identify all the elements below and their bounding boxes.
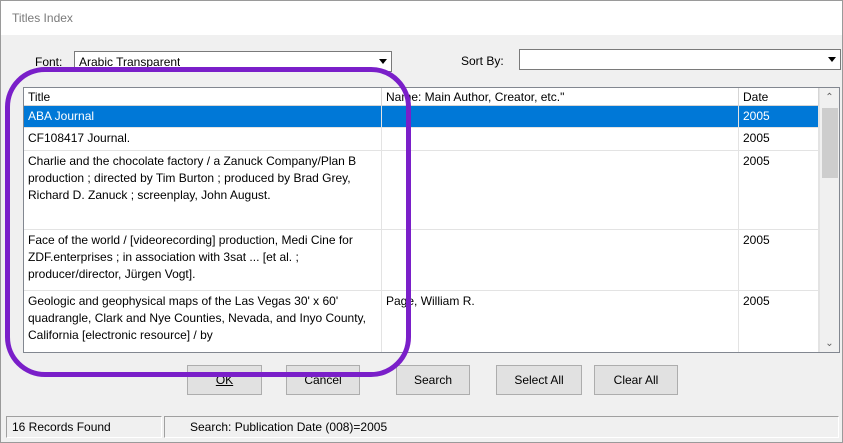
vertical-scrollbar[interactable]: ⌃ ⌄ [819,88,839,352]
cell-title: Face of the world / [videorecording] pro… [24,230,382,290]
titles-index-window: Titles Index Font: Arabic Transparent So… [0,0,843,443]
chevron-down-icon [378,59,387,64]
sort-by-label: Sort By: [461,54,504,68]
font-dropdown[interactable]: Arabic Transparent [74,51,392,72]
sort-by-dropdown[interactable] [519,49,841,70]
cell-date: 2005 [739,151,819,229]
cell-name [382,128,739,150]
cell-date: 2005 [739,230,819,290]
cell-title: ABA Journal [24,106,382,127]
cell-name [382,106,739,127]
cell-name: Page, William R. [382,291,739,352]
status-bar: 16 Records Found Search: Publication Dat… [6,416,839,438]
column-header-name[interactable]: Name: Main Author, Creator, etc." [382,88,739,106]
table-row[interactable]: ABA Journal 2005 [24,106,819,128]
sort-by-dropdown-arrow[interactable] [823,50,840,69]
scroll-thumb[interactable] [822,108,838,178]
cell-title: Charlie and the chocolate factory / a Za… [24,151,382,229]
search-criteria-status: Search: Publication Date (008)=2005 [164,416,839,438]
cell-name [382,230,739,290]
window-title: Titles Index [12,11,73,25]
ok-button-label: OK [215,373,234,387]
scroll-down-icon[interactable]: ⌄ [820,334,839,352]
cell-title: CF108417 Journal. [24,128,382,150]
scroll-up-icon[interactable]: ⌃ [820,88,839,106]
search-button-label: Search [413,373,453,387]
font-dropdown-arrow[interactable] [374,52,391,71]
font-dropdown-value: Arabic Transparent [79,55,181,69]
grid-body: ABA Journal 2005 CF108417 Journal. 2005 … [24,106,819,352]
titles-grid[interactable]: Title Name: Main Author, Creator, etc." … [23,87,840,353]
clear-all-button-label: Clear All [613,373,659,387]
column-header-title[interactable]: Title [24,88,382,106]
cancel-button[interactable]: Cancel [286,365,360,395]
cancel-button-label: Cancel [304,373,342,387]
cell-title: Geologic and geophysical maps of the Las… [24,291,382,352]
select-all-button[interactable]: Select All [496,365,582,395]
select-all-button-label: Select All [514,373,564,387]
cell-date: 2005 [739,106,819,127]
font-label-text: Font: [35,55,63,69]
cell-date: 2005 [739,291,819,352]
table-row[interactable]: Geologic and geophysical maps of the Las… [24,291,819,352]
chevron-down-icon [827,57,836,62]
cell-date: 2005 [739,128,819,150]
records-found-status: 16 Records Found [6,416,162,438]
search-button[interactable]: Search [396,365,470,395]
clear-all-button[interactable]: Clear All [594,365,678,395]
table-row[interactable]: Face of the world / [videorecording] pro… [24,230,819,291]
table-row[interactable]: Charlie and the chocolate factory / a Za… [24,151,819,230]
ok-button[interactable]: OK [187,365,262,395]
title-bar: Titles Index [1,1,842,35]
column-header-date[interactable]: Date [739,88,819,106]
table-row[interactable]: CF108417 Journal. 2005 [24,128,819,151]
font-label: Font: [35,55,62,69]
grid-header: Title Name: Main Author, Creator, etc." … [24,88,819,106]
cell-name [382,151,739,229]
